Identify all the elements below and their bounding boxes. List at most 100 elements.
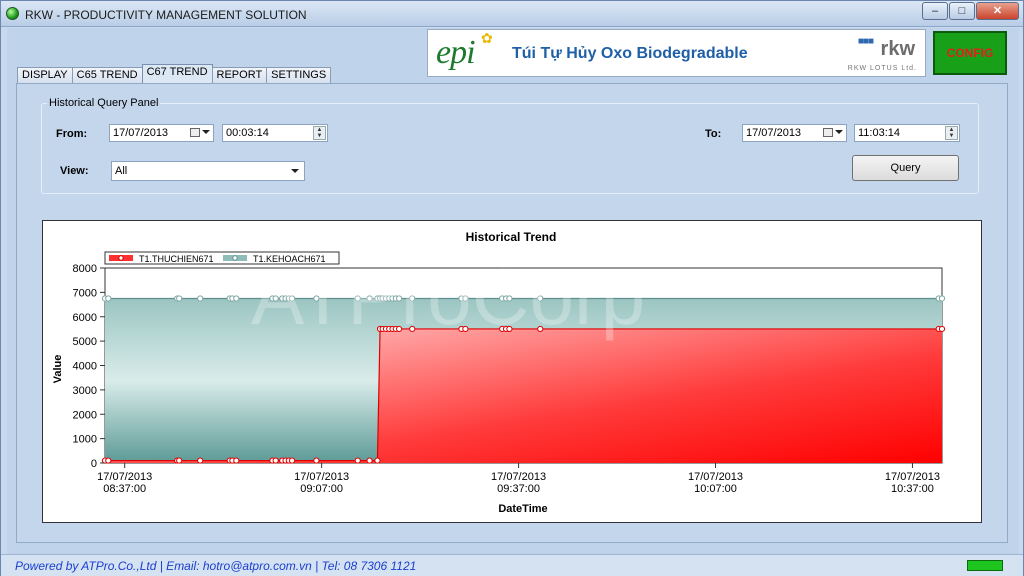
data-point [176,457,183,464]
historical-trend-chart: 0 1000 2000 3000 4000 5000 6000 7000 8000 17/07/2… [52,230,946,515]
epi-logo: epi [436,34,476,71]
x-tick-label: 09:37:00 [497,483,540,495]
legend-marker [118,255,124,261]
y-tick-label: 5000 [73,336,97,348]
chevron-down-icon [291,169,299,173]
data-point [233,295,240,302]
data-point [105,295,112,302]
data-point [105,457,112,464]
window-title: RKW - PRODUCTIVITY MANAGEMENT SOLUTION [25,8,307,22]
spinner-icon[interactable]: ▲ ▼ [313,126,326,140]
y-tick-label: 3000 [73,385,97,397]
rkw-subtitle: RKW LOTUS Ltd. [847,65,917,72]
data-point [272,295,279,302]
window-controls: – □ ✕ [921,2,1019,20]
rkw-logo: rkw [880,38,915,60]
data-point [537,295,544,302]
flower-icon: ✿ [481,30,493,46]
from-label: From: [56,128,88,140]
config-button[interactable]: CONFIG [933,31,1007,75]
tab-report[interactable]: REPORT [211,67,268,83]
rkw-dots-icon: ■■■ [857,36,874,47]
query-panel-title: Historical Query Panel [47,97,161,109]
y-tick-label: 1000 [73,434,97,446]
data-point [537,325,544,333]
legend-label: T1.THUCHIEN671 [139,254,214,264]
y-tick-label: 8000 [73,263,97,275]
to-time-value: 11:03:14 [858,127,901,139]
x-tick-label: 08:37:00 [103,483,146,495]
data-point [288,457,296,464]
x-tick-label: 09:07:00 [300,483,343,495]
connection-status-indicator [967,560,1003,571]
y-axis-label: Value [52,355,64,384]
data-point [272,457,279,464]
data-point [938,325,946,333]
data-point [409,325,416,333]
y-tick-label: 7000 [73,287,97,299]
from-date-value: 17/07/2013 [113,127,169,139]
x-tick-label: 17/07/2013 [885,471,940,483]
view-label: View: [60,165,89,177]
data-point [354,295,361,302]
y-tick-label: 6000 [73,312,97,324]
x-tick-label: 17/07/2013 [294,471,349,483]
data-point [506,325,513,333]
from-time-value: 00:03:14 [226,127,269,139]
data-point [395,325,403,333]
x-tick-label: 10:07:00 [694,483,737,495]
to-date-value: 17/07/2013 [746,127,802,139]
data-point [374,457,381,464]
data-point [354,457,361,464]
y-tick-label: 0 [91,458,97,470]
status-bar: Powered by ATPro.Co.,Ltd | Email: hotro@… [1,554,1023,576]
data-point [366,457,373,464]
to-time-picker[interactable]: 11:03:14 ▲ ▼ [854,124,960,142]
tab-c65-trend[interactable]: C65 TREND [71,67,143,83]
data-point [462,325,469,333]
data-point [233,457,240,464]
data-point [197,457,204,464]
x-tick-label: 10:37:00 [891,483,934,495]
close-icon[interactable]: ✕ [976,2,1019,20]
to-label: To: [705,128,722,140]
app-window: RKW - PRODUCTIVITY MANAGEMENT SOLUTION –… [0,0,1024,576]
title-bar: RKW - PRODUCTIVITY MANAGEMENT SOLUTION –… [1,1,1023,27]
y-tick-label: 2000 [73,409,97,421]
status-text: Powered by ATPro.Co.,Ltd | Email: hotro@… [15,559,417,573]
data-point [197,295,204,302]
chart-title: Historical Trend [466,230,557,244]
x-tick-label: 17/07/2013 [97,471,152,483]
tab-display[interactable]: DISPLAY [17,67,73,83]
banner: epi ✿ Túi Tự Hủy Oxo Biodegradable ■■■ r… [427,29,926,77]
data-point [506,295,513,302]
spinner-icon[interactable]: ▲ ▼ [945,126,958,140]
query-button[interactable]: Query [852,155,959,181]
x-tick-label: 17/07/2013 [688,471,743,483]
calendar-icon [823,128,833,137]
app-status-icon [6,7,19,20]
tab-c67-trend[interactable]: C67 TREND [141,64,213,83]
data-point [313,295,320,302]
data-point [462,295,469,302]
chart-container: 0 1000 2000 3000 4000 5000 6000 7000 8000 17/07/2… [42,220,982,523]
minimize-icon[interactable]: – [922,2,948,20]
legend-marker [232,255,238,261]
data-point [366,295,373,302]
view-select[interactable]: All [111,161,305,181]
tab-settings[interactable]: SETTINGS [266,67,332,83]
data-point [409,295,416,302]
chevron-down-icon [202,130,210,134]
chevron-down-icon [835,130,843,134]
maximize-icon[interactable]: □ [949,2,975,20]
from-time-picker[interactable]: 00:03:14 ▲ ▼ [222,124,328,142]
data-point [313,457,320,464]
y-tick-label: 4000 [73,361,97,373]
to-date-picker[interactable]: 17/07/2013 [742,124,847,142]
from-date-picker[interactable]: 17/07/2013 [109,124,214,142]
x-axis-label: DateTime [498,503,547,515]
view-value: All [115,165,128,177]
legend-label: T1.KEHOACH671 [253,254,326,264]
data-point [288,295,296,302]
x-tick-label: 17/07/2013 [491,471,546,483]
